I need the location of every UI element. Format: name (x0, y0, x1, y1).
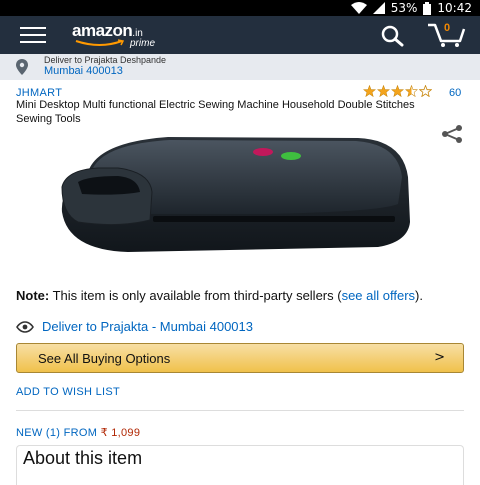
logo-word: amazon (72, 21, 133, 40)
chevron-right-icon: > (434, 350, 445, 365)
logo-smile-icon (75, 39, 125, 46)
buying-options-label: See All Buying Options (38, 351, 171, 366)
menu-icon[interactable] (20, 27, 46, 43)
rating-stars[interactable] (363, 85, 432, 97)
deliver-to-city: Mumbai 400013 (44, 65, 123, 77)
logo-prime: prime (130, 38, 156, 49)
deliver-to-text: Deliver to Prajakta - Mumbai 400013 (42, 319, 253, 334)
note-close: ). (415, 288, 423, 303)
battery-icon (423, 1, 432, 15)
new-offers-link[interactable]: NEW (1) FROM ₹ 1,099 (16, 426, 140, 439)
note-label: Note: (16, 288, 50, 303)
status-bar: 53% 10:42 (0, 0, 480, 16)
deliver-to-name: Deliver to Prajakta Deshpande (44, 55, 167, 65)
product-title: Mini Desktop Multi functional Electric S… (16, 99, 415, 125)
see-all-offers-link[interactable]: see all offers (342, 288, 415, 303)
star-half-icon (405, 85, 418, 97)
star-empty-icon (419, 85, 432, 97)
offers-label: NEW (1) FROM (16, 427, 98, 439)
see-all-buying-options-button[interactable]: See All Buying Options > (16, 343, 464, 373)
delivery-bar[interactable]: Deliver to Prajakta Deshpande Mumbai 400… (0, 54, 480, 80)
note-text: This item is only available from third-p… (49, 288, 342, 303)
share-icon[interactable] (440, 125, 464, 143)
location-target-icon (16, 320, 34, 333)
third-party-note: Note: This item is only available from t… (16, 288, 468, 303)
product-image[interactable] (58, 132, 418, 257)
star-full-icon (391, 85, 404, 97)
about-section: About this item (16, 445, 464, 485)
cart-count: 0 (444, 22, 451, 34)
wifi-icon (350, 2, 367, 14)
star-full-icon (363, 85, 376, 97)
amazon-logo[interactable]: amazon.in prime (72, 21, 155, 49)
clock: 10:42 (437, 1, 472, 15)
about-heading: About this item (23, 448, 143, 468)
star-full-icon (377, 85, 390, 97)
search-icon[interactable] (380, 24, 404, 48)
deliver-to-link[interactable]: Deliver to Prajakta - Mumbai 400013 (16, 319, 253, 334)
signal-icon (372, 2, 385, 14)
rating-count[interactable]: 60 (449, 87, 461, 99)
location-pin-icon (16, 59, 28, 75)
add-to-wish-list-link[interactable]: ADD TO WISH LIST (16, 386, 120, 398)
divider (16, 410, 464, 411)
app-bar: amazon.in prime (0, 16, 480, 54)
offers-price: ₹ 1,099 (100, 427, 141, 439)
battery-percent: 53% (390, 1, 418, 15)
